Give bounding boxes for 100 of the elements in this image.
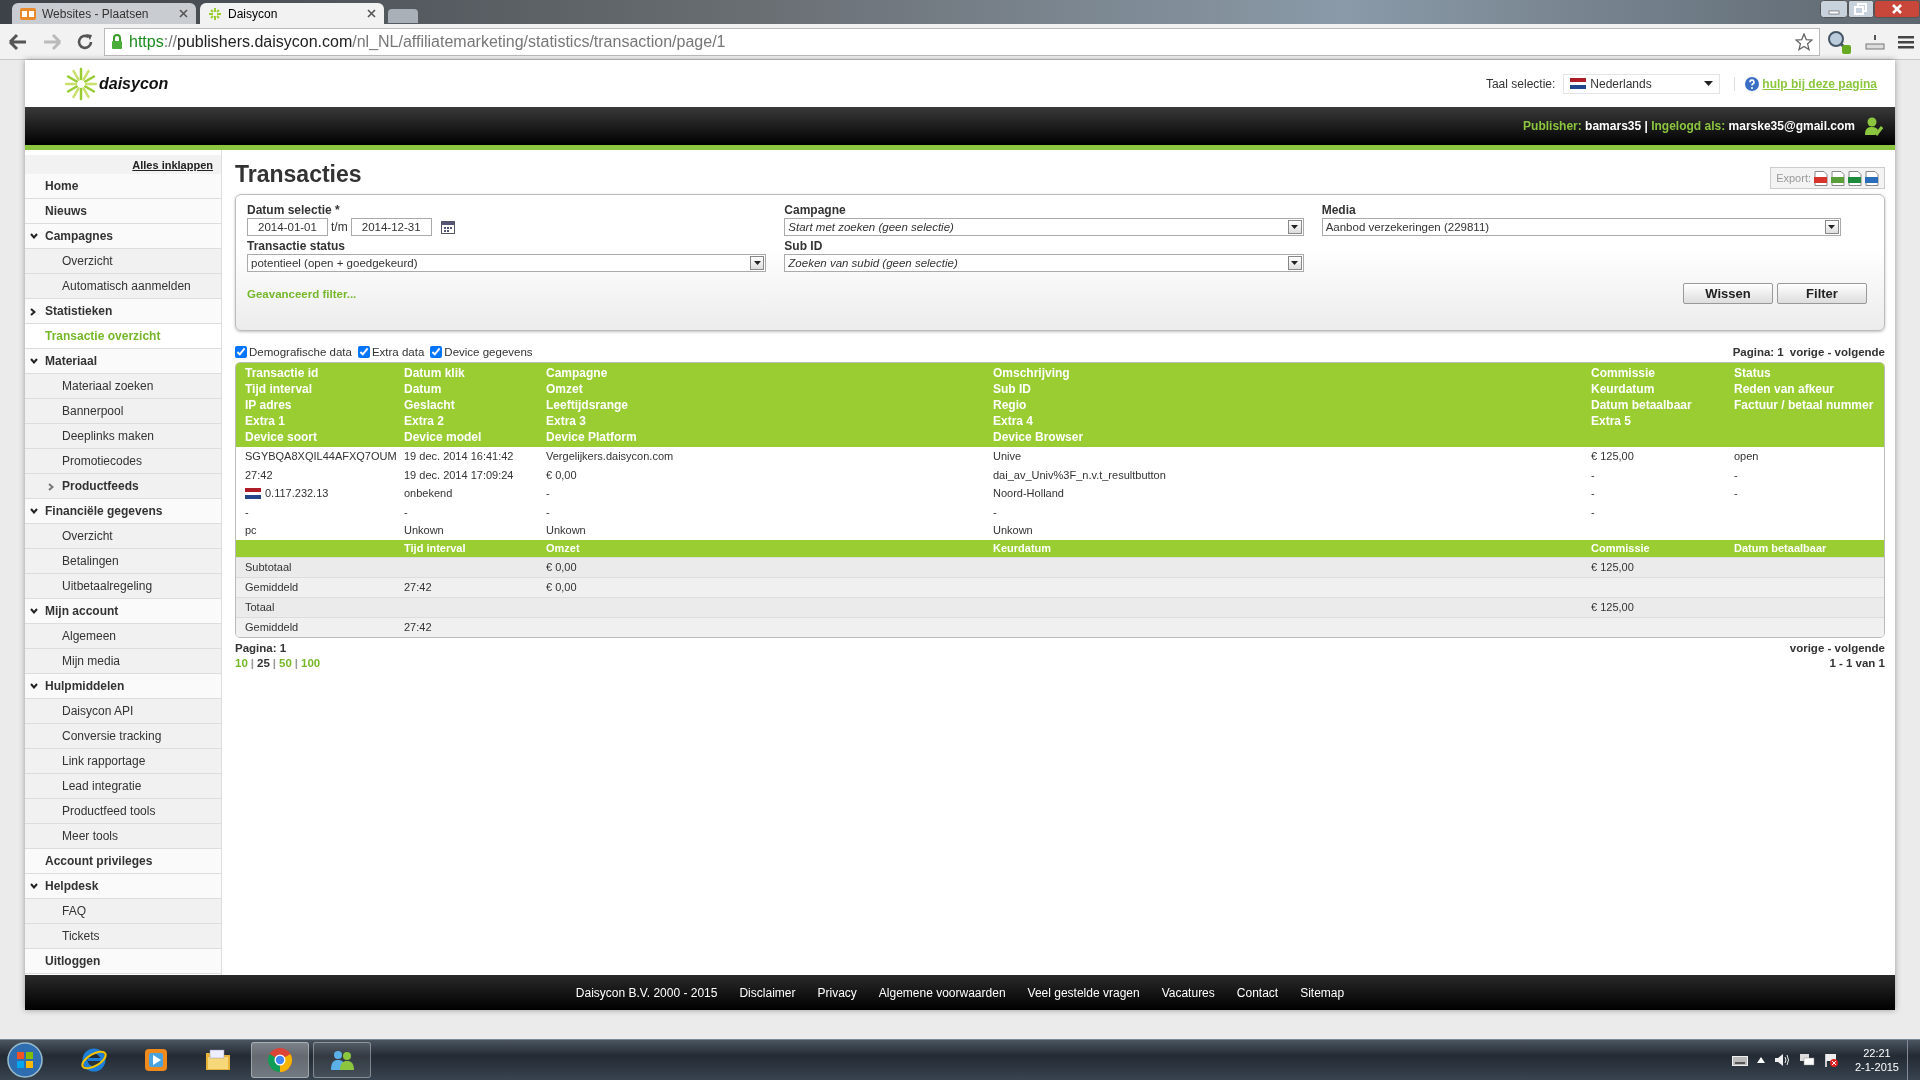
menu-item[interactable]: Automatisch aanmelden <box>25 274 221 299</box>
close-button[interactable] <box>1874 0 1920 18</box>
page-size-link[interactable]: 25 <box>257 656 270 669</box>
dropdown[interactable]: Start met zoeken (geen selectie) <box>784 218 1304 236</box>
column-heading: Leeftijdsrange <box>546 397 630 413</box>
clock-time[interactable]: 22:21 <box>1854 1046 1899 1060</box>
flag-icon <box>245 487 261 499</box>
checkbox[interactable] <box>430 346 443 358</box>
menu-item[interactable]: Productfeeds <box>25 474 221 499</box>
checkbox-label[interactable]: Device gegevens <box>444 346 533 358</box>
footer-link[interactable]: Veel gestelde vragen <box>1027 985 1140 1000</box>
dropdown[interactable]: Zoeken van subid (geen selectie) <box>784 254 1304 272</box>
calendar-icon[interactable] <box>440 220 455 234</box>
footer-link[interactable]: Disclaimer <box>739 985 796 1000</box>
minimize-button[interactable] <box>1820 0 1848 18</box>
menu-item[interactable]: Productfeed tools <box>25 799 221 824</box>
star-icon[interactable] <box>1795 32 1813 51</box>
footer-link[interactable]: Privacy <box>817 985 857 1000</box>
menu-item[interactable]: Deeplinks maken <box>25 424 221 449</box>
keyboard-icon[interactable] <box>1731 1054 1748 1066</box>
dropdown[interactable]: Aanbod verzekeringen (229811) <box>1321 218 1841 236</box>
flag-icon[interactable] <box>1823 1053 1838 1067</box>
menu-item[interactable]: Materiaal zoeken <box>25 374 221 399</box>
menu-item[interactable]: Uitbetaalregeling <box>25 574 221 599</box>
filter-button[interactable]: Filter <box>1777 283 1867 304</box>
pager-links[interactable]: vorige - volgende <box>1789 640 1885 656</box>
table-cell: 19 dec. 2014 16:41:42 <box>404 450 514 463</box>
menu-item[interactable]: Link rapportage <box>25 749 221 774</box>
menu-item[interactable]: Tickets <box>25 924 221 949</box>
address-bar[interactable]: https://publishers.daisycon.com/nl_NL/affiliatemarketing/statistics/transaction/page/1 <box>104 27 1820 56</box>
checkbox[interactable] <box>357 346 370 358</box>
menu-item[interactable]: Financiële gegevens <box>25 499 221 524</box>
column-heading: Device model <box>404 429 483 445</box>
table-cell: - <box>993 505 997 518</box>
table-cell: 27:42 <box>404 581 432 593</box>
menu-item[interactable]: Mijn account <box>25 599 221 624</box>
clock-date[interactable]: 2-1-2015 <box>1854 1060 1899 1074</box>
field-label: Media <box>1321 203 1357 218</box>
browser-tab[interactable]: Daisycon <box>200 3 384 24</box>
menu-item[interactable]: Home <box>25 174 221 199</box>
language-label: Taal selectie: <box>1485 76 1556 91</box>
menu-icon[interactable] <box>1898 33 1914 50</box>
network-icon[interactable] <box>1798 1053 1815 1067</box>
magnifier-icon[interactable] <box>1826 28 1852 55</box>
footer-link[interactable]: Contact <box>1236 985 1279 1000</box>
menu-item[interactable]: Account privileges <box>25 849 221 874</box>
menu-item[interactable]: Daisycon API <box>25 699 221 724</box>
menu-item[interactable]: Overzicht <box>25 524 221 549</box>
menu-item[interactable]: Mijn media <box>25 649 221 674</box>
date-field[interactable]: 2014-12-31 <box>350 218 432 236</box>
dropdown[interactable]: potentieel (open + goedgekeurd) <box>247 254 767 272</box>
separator: | <box>272 656 277 669</box>
logo-text: daisycon <box>99 74 169 93</box>
footer-link[interactable]: Sitemap <box>1300 985 1345 1000</box>
browser-tab[interactable]: Websites - Plaatsen <box>12 3 196 24</box>
taskbar-app[interactable] <box>313 1042 371 1078</box>
restore-button[interactable] <box>1848 0 1874 18</box>
filter-button[interactable]: Wissen <box>1683 283 1773 304</box>
footer-link[interactable]: Vacatures <box>1161 985 1215 1000</box>
menu-item[interactable]: Helpdesk <box>25 874 221 899</box>
checkbox-label[interactable]: Demografische data <box>249 346 352 358</box>
file-icon[interactable] <box>1814 170 1828 186</box>
menu-item[interactable]: Betalingen <box>25 549 221 574</box>
menu-item[interactable]: Hulpmiddelen <box>25 674 221 699</box>
checkbox[interactable] <box>235 346 247 358</box>
start-button[interactable] <box>7 1042 43 1078</box>
user-edit-icon[interactable] <box>1865 116 1883 136</box>
date-field[interactable]: 2014-01-01 <box>247 218 328 236</box>
menu-item[interactable]: FAQ <box>25 899 221 924</box>
close-icon[interactable] <box>367 9 376 18</box>
url-text: https://publishers.daisycon.com/nl_NL/affiliatemarketing/statistics/transaction/page/1 <box>129 32 727 51</box>
file-icon[interactable] <box>1831 170 1845 186</box>
language-dropdown[interactable]: Nederlands <box>1563 73 1721 94</box>
menu-item[interactable]: Lead integratie <box>25 774 221 799</box>
table-cell: SGYBQA8XQIL44AFXQ7OUM <box>245 450 397 463</box>
menu-item[interactable]: Bannerpool <box>25 399 221 424</box>
table-cell: € 125,00 <box>1591 450 1634 463</box>
menu-item[interactable]: Nieuws <box>25 199 221 224</box>
table-cell: - <box>404 505 408 518</box>
menu-item[interactable]: Conversie tracking <box>25 724 221 749</box>
pager-links[interactable]: vorige - volgende <box>1789 346 1885 358</box>
speaker-icon[interactable] <box>1773 1053 1790 1067</box>
reload-icon[interactable] <box>76 32 94 51</box>
menu-item[interactable]: Algemeen <box>25 624 221 649</box>
menu-item[interactable]: Uitloggen <box>25 949 221 974</box>
menu-item[interactable]: Campagnes <box>25 224 221 249</box>
footer-link[interactable]: Algemene voorwaarden <box>878 985 1006 1000</box>
close-icon[interactable] <box>179 9 188 18</box>
menu-item[interactable]: Overzicht <box>25 249 221 274</box>
menu-item[interactable]: Meer tools <box>25 824 221 849</box>
menu-item[interactable]: Materiaal <box>25 349 221 374</box>
file-icon[interactable] <box>1848 170 1862 186</box>
up-arrow-icon[interactable] <box>1756 1057 1765 1063</box>
caret-icon <box>1291 225 1299 229</box>
checkbox-label[interactable]: Extra data <box>371 346 425 358</box>
back-icon[interactable] <box>8 32 28 51</box>
menu-item[interactable]: Statistieken <box>25 299 221 324</box>
menu-item[interactable]: Promotiecodes <box>25 449 221 474</box>
file-icon[interactable] <box>1865 170 1879 186</box>
table-cell: Noord-Holland <box>993 487 1064 500</box>
